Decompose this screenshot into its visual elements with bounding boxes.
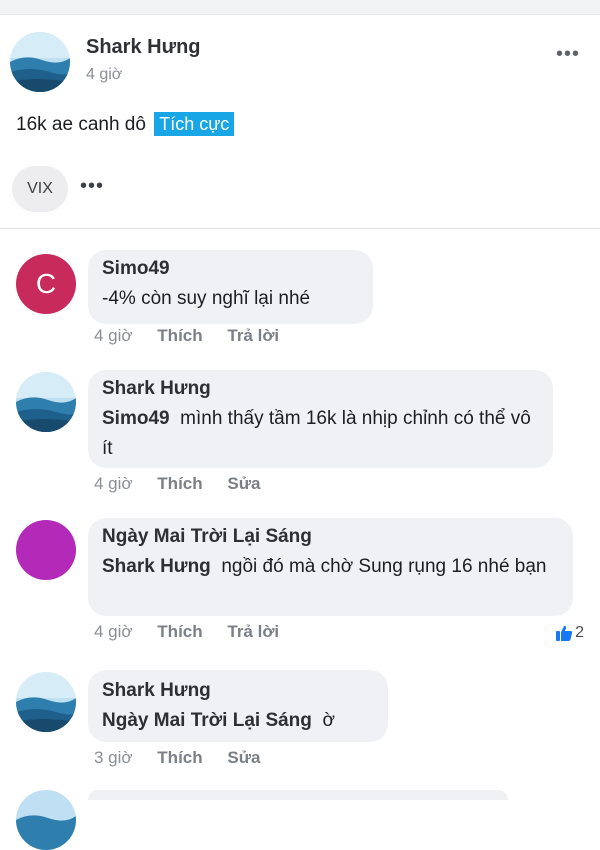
like-button[interactable]: Thích	[157, 326, 202, 345]
sentiment-badge: Tích cực	[154, 112, 235, 136]
comment-bubble	[88, 790, 508, 800]
comment-time: 4 giờ	[94, 326, 133, 345]
commenter-avatar[interactable]	[16, 372, 76, 432]
comment-text: Simo49 mình thấy tầm 16k là nhịp chỉnh c…	[102, 404, 542, 464]
comment-mention[interactable]: Simo49	[102, 408, 170, 429]
top-divider	[0, 0, 600, 15]
comment-author[interactable]: Simo49	[102, 258, 170, 280]
post-timestamp: 4 giờ	[86, 66, 123, 83]
more-dots-icon[interactable]: •••	[556, 44, 580, 64]
comment-meta: 4 giờ Thích Trả lời	[94, 326, 299, 346]
post-author-avatar[interactable]	[10, 32, 70, 92]
reply-button[interactable]: Trả lời	[227, 622, 279, 641]
sea-landscape-icon	[10, 32, 70, 92]
comment-time: 4 giờ	[94, 474, 133, 493]
like-button[interactable]: Thích	[157, 622, 202, 641]
avatar-letter: C	[35, 268, 57, 299]
post-divider	[0, 228, 600, 229]
commenter-avatar[interactable]	[16, 520, 76, 580]
comment-body: ờ	[322, 710, 335, 731]
comment-time: 3 giờ	[94, 748, 133, 767]
reply-button[interactable]: Trả lời	[227, 326, 279, 345]
edit-button[interactable]: Sửa	[227, 474, 260, 493]
sea-landscape-icon	[16, 372, 76, 432]
reaction-count: 2	[575, 624, 584, 641]
edit-button[interactable]: Sửa	[227, 748, 260, 767]
thumbs-up-icon	[556, 625, 573, 641]
comment-text: Shark Hưng ngồi đó mà chờ Sung rụng 16 n…	[102, 552, 562, 582]
comment-meta: 4 giờ Thích Trả lời	[94, 622, 299, 642]
comment-mention[interactable]: Ngày Mai Trời Lại Sáng	[102, 710, 312, 731]
comment-meta: 4 giờ Thích Sửa	[94, 474, 280, 494]
reaction-summary[interactable]: 2	[555, 624, 584, 642]
commenter-avatar[interactable]	[16, 672, 76, 732]
post-author-name[interactable]: Shark Hưng	[86, 36, 201, 59]
comment-author[interactable]: Ngày Mai Trời Lại Sáng	[102, 526, 312, 548]
comment-time: 4 giờ	[94, 622, 133, 641]
ticker-more-icon[interactable]: •••	[80, 176, 104, 196]
comment-meta: 3 giờ Thích Sửa	[94, 748, 280, 768]
sea-landscape-icon	[16, 790, 76, 850]
comment-mention[interactable]: Shark Hưng	[102, 556, 211, 577]
comment-body: ngồi đó mà chờ Sung rụng 16 nhé bạn	[221, 556, 547, 577]
post-body: 16k ae canh dô Tích cực	[16, 112, 235, 136]
post-text: 16k ae canh dô	[16, 114, 146, 135]
like-button[interactable]: Thích	[157, 748, 202, 767]
commenter-avatar[interactable]: C	[16, 254, 76, 314]
comment-author[interactable]: Shark Hưng	[102, 378, 211, 400]
comment-text: -4% còn suy nghĩ lại nhé	[102, 288, 311, 309]
ticker-chip[interactable]: VIX	[12, 166, 68, 212]
commenter-avatar[interactable]	[16, 790, 76, 850]
like-button[interactable]: Thích	[157, 474, 202, 493]
sea-landscape-icon	[16, 672, 76, 732]
comment-author[interactable]: Shark Hưng	[102, 680, 211, 702]
comment-text: Ngày Mai Trời Lại Sáng ờ	[102, 706, 382, 736]
